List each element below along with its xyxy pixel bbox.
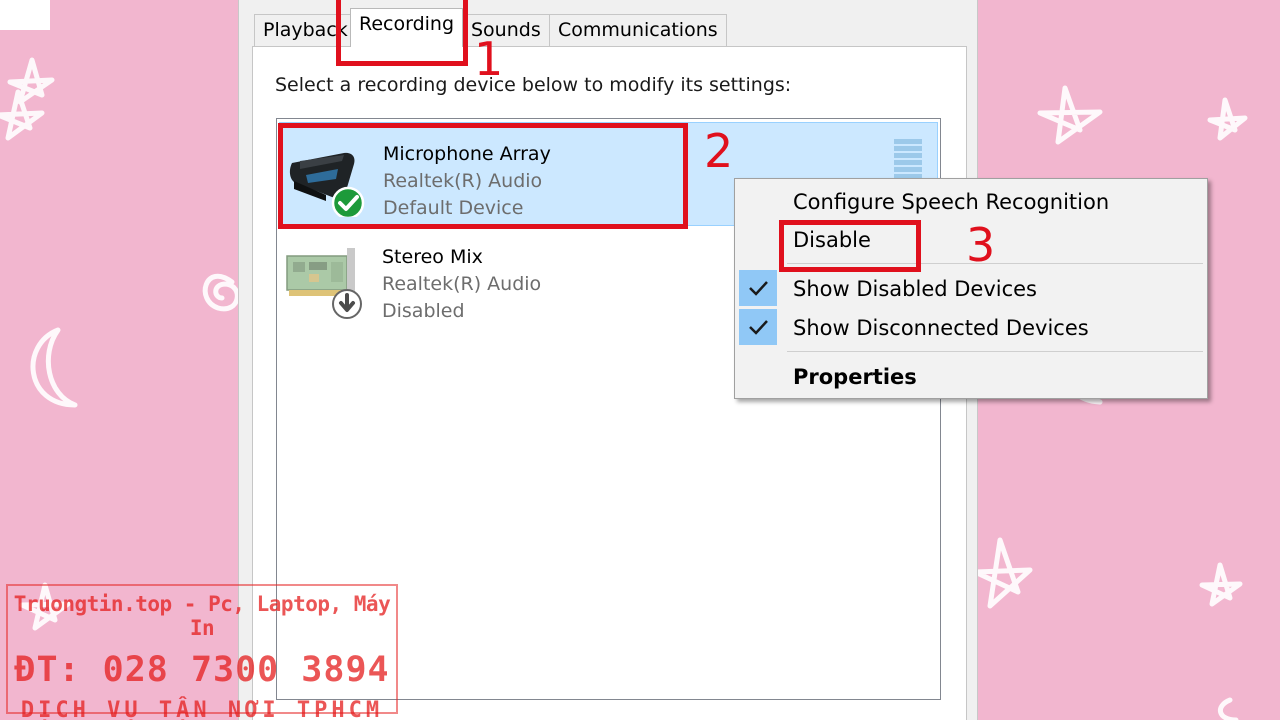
annotation-box-microphone-array [278, 123, 688, 229]
watermark: Truongtin.top - Pc, Laptop, Máy In ĐT: 0… [6, 584, 398, 720]
instruction-text: Select a recording device below to modif… [275, 74, 792, 96]
annotation-box-disable [779, 220, 921, 272]
menu-item-show-disabled-devices[interactable]: Show Disabled Devices [735, 269, 1207, 307]
device-name: Stereo Mix [382, 246, 483, 268]
annotation-step-2: 2 [704, 124, 734, 178]
checkmark-icon [739, 270, 777, 306]
sound-card-icon [286, 248, 362, 319]
annotation-box-recording-tab [336, 0, 468, 66]
annotation-step-1: 1 [474, 32, 504, 86]
watermark-line-3: DỊCH VỤ TẬN NƠI TPHCM [20, 698, 384, 720]
menu-item-label: Configure Speech Recognition [793, 190, 1110, 214]
menu-item-label: Show Disconnected Devices [793, 316, 1089, 340]
menu-item-configure-speech-recognition[interactable]: Configure Speech Recognition [735, 182, 1207, 220]
watermark-line-2: ĐT: 028 7300 3894 [14, 650, 390, 690]
annotation-step-3: 3 [966, 218, 996, 272]
device-status: Disabled [382, 300, 465, 322]
menu-item-label: Properties [793, 365, 917, 389]
menu-item-label: Show Disabled Devices [793, 277, 1038, 301]
menu-item-show-disconnected-devices[interactable]: Show Disconnected Devices [735, 308, 1207, 346]
device-driver: Realtek(R) Audio [382, 273, 542, 295]
device-context-menu: Configure Speech Recognition Disable Sho… [734, 178, 1208, 399]
watermark-line-1: Truongtin.top - Pc, Laptop, Máy In [13, 592, 391, 640]
menu-item-properties[interactable]: Properties [735, 357, 1207, 395]
checkmark-icon [739, 309, 777, 345]
menu-separator [787, 351, 1203, 352]
tab-communications[interactable]: Communications [549, 14, 727, 46]
